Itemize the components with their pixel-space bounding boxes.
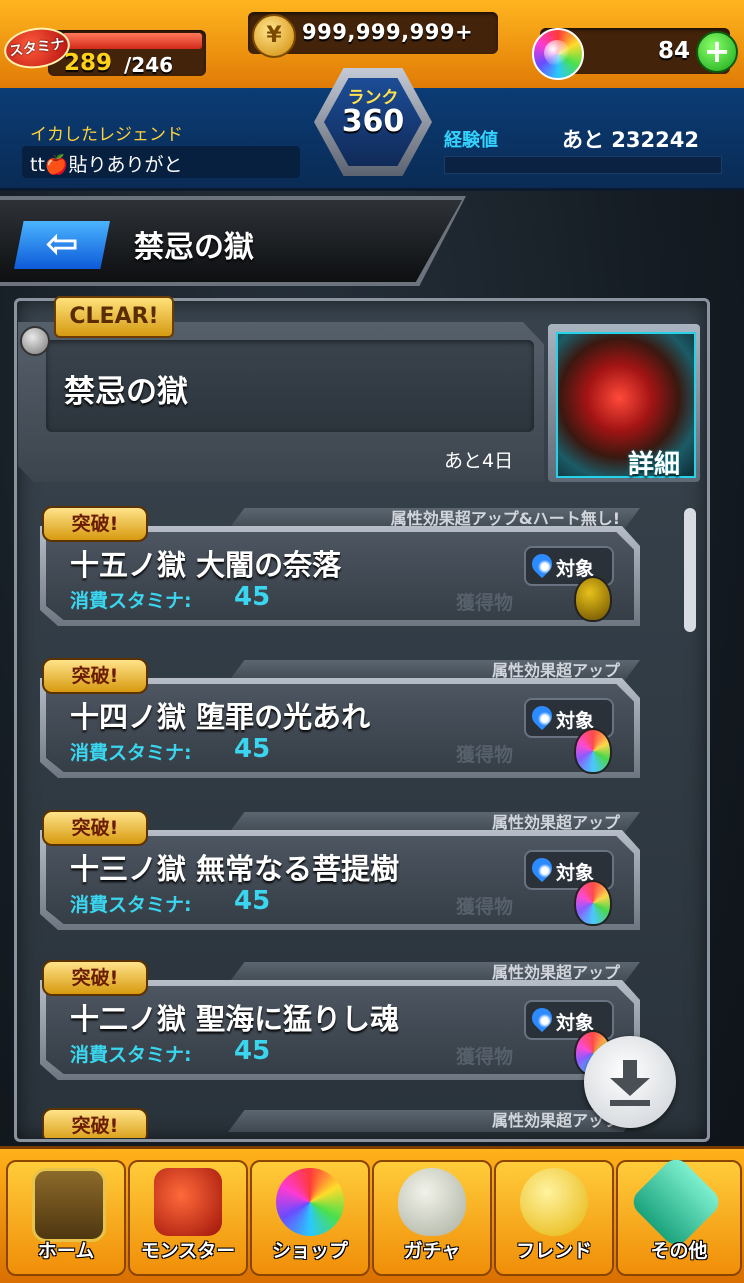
breakthrough-badge: 突破! bbox=[42, 810, 148, 846]
nav-label: モンスター bbox=[140, 1240, 236, 1262]
stage-card[interactable]: 属性効果超アップ 突破! 十三ノ獄 無常なる菩提樹 対象 消費スタミナ: 45 … bbox=[40, 810, 640, 930]
nav-label: フレンド bbox=[515, 1240, 592, 1262]
monster-icon bbox=[154, 1168, 222, 1236]
stage-name: 十五ノ獄 大闇の奈落 bbox=[70, 548, 342, 582]
stage-name: 十三ノ獄 無常なる菩提樹 bbox=[70, 852, 400, 886]
stamina-cost: 45 bbox=[234, 886, 271, 916]
nav-other-button[interactable]: その他 bbox=[616, 1153, 742, 1276]
stamina-cost-label: 消費スタミナ: bbox=[70, 590, 192, 612]
shop-orb-icon bbox=[276, 1168, 344, 1236]
buy-orb-button[interactable]: + bbox=[696, 31, 738, 73]
gacha-egg-icon bbox=[398, 1168, 466, 1236]
details-label: 詳細 bbox=[628, 450, 681, 480]
nav-label: ショップ bbox=[271, 1240, 348, 1262]
home-icon bbox=[32, 1168, 106, 1242]
friend-balloon-icon bbox=[520, 1168, 588, 1236]
nav-label: その他 bbox=[650, 1240, 708, 1262]
orb-icon bbox=[532, 28, 584, 80]
nav-monster-button[interactable]: モンスター bbox=[128, 1160, 248, 1276]
water-element-icon bbox=[527, 853, 557, 883]
exp-remaining: あと 232242 bbox=[562, 128, 699, 152]
stage-tag: 属性効果超アップ bbox=[228, 1110, 640, 1132]
arrow-down-icon bbox=[610, 1060, 650, 1106]
coin-value: 999,999,999+ bbox=[302, 20, 474, 44]
stage-name: 十二ノ獄 聖海に猛りし魂 bbox=[70, 1002, 400, 1036]
water-element-icon bbox=[527, 1003, 557, 1033]
stage-card[interactable]: 属性効果超アップ 突破! bbox=[40, 1108, 640, 1138]
exp-bar bbox=[444, 156, 722, 174]
event-remaining-days: あと4日 bbox=[444, 450, 514, 472]
stamina-cost-label: 消費スタミナ: bbox=[70, 894, 192, 916]
stamina-current: 289 bbox=[64, 50, 113, 76]
nav-home-button[interactable]: ホーム bbox=[6, 1160, 126, 1276]
stamina-cost-label: 消費スタミナ: bbox=[70, 1044, 192, 1066]
stage-card[interactable]: 属性効果超アップ&ハート無し! 突破! 十五ノ獄 大闇の奈落 対象 消費スタミナ… bbox=[40, 506, 640, 626]
reward-label: 獲得物 bbox=[456, 744, 514, 766]
breakthrough-badge: 突破! bbox=[42, 658, 148, 694]
breakthrough-badge: 突破! bbox=[42, 1108, 148, 1138]
stage-card[interactable]: 属性効果超アップ 突破! 十二ノ獄 聖海に猛りし魂 対象 消費スタミナ: 45 … bbox=[40, 960, 640, 1080]
water-element-icon bbox=[527, 701, 557, 731]
nav-gacha-button[interactable]: ガチャ bbox=[372, 1160, 492, 1276]
rank-value: 360 bbox=[341, 104, 405, 139]
player-title: イカしたレジェンド bbox=[30, 125, 183, 145]
breakthrough-badge: 突破! bbox=[42, 960, 148, 996]
coin-icon: ¥ bbox=[252, 14, 296, 58]
pin-knob-icon bbox=[20, 326, 50, 356]
scrollbar-thumb[interactable] bbox=[684, 508, 696, 632]
reward-label: 獲得物 bbox=[456, 592, 514, 614]
stamina-cost-label: 消費スタミナ: bbox=[70, 742, 192, 764]
nav-label: ガチャ bbox=[403, 1240, 461, 1262]
water-element-icon bbox=[527, 549, 557, 579]
stage-name: 十四ノ獄 堕罪の光あれ bbox=[70, 700, 371, 734]
stamina-max: /246 bbox=[124, 53, 174, 77]
stamina-cost: 45 bbox=[234, 734, 271, 764]
stage-card[interactable]: 属性効果超アップ 突破! 十四ノ獄 堕罪の光あれ 対象 消費スタミナ: 45 獲… bbox=[40, 658, 640, 778]
orb-count: 84 bbox=[657, 38, 690, 64]
back-button[interactable]: ⇦ bbox=[14, 221, 110, 269]
reward-egg-icon bbox=[574, 576, 612, 622]
breakthrough-badge: 突破! bbox=[42, 506, 148, 542]
clear-badge: CLEAR! bbox=[54, 296, 174, 338]
nav-label: ホーム bbox=[37, 1240, 95, 1262]
nav-shop-button[interactable]: ショップ bbox=[250, 1160, 370, 1276]
stamina-bar-fill bbox=[62, 33, 202, 49]
reward-egg-icon bbox=[574, 728, 612, 774]
reward-egg-icon bbox=[574, 880, 612, 926]
player-name: tt🍎貼りありがと bbox=[30, 154, 183, 176]
stamina-cost: 45 bbox=[234, 582, 271, 612]
event-title: 禁忌の獄 bbox=[64, 374, 188, 410]
reward-label: 獲得物 bbox=[456, 1046, 514, 1068]
nav-friend-button[interactable]: フレンド bbox=[494, 1160, 614, 1276]
stamina-cost: 45 bbox=[234, 1036, 271, 1066]
exp-label: 経験値 bbox=[444, 130, 498, 151]
page-title: 禁忌の獄 bbox=[134, 230, 254, 265]
reward-label: 獲得物 bbox=[456, 896, 514, 918]
